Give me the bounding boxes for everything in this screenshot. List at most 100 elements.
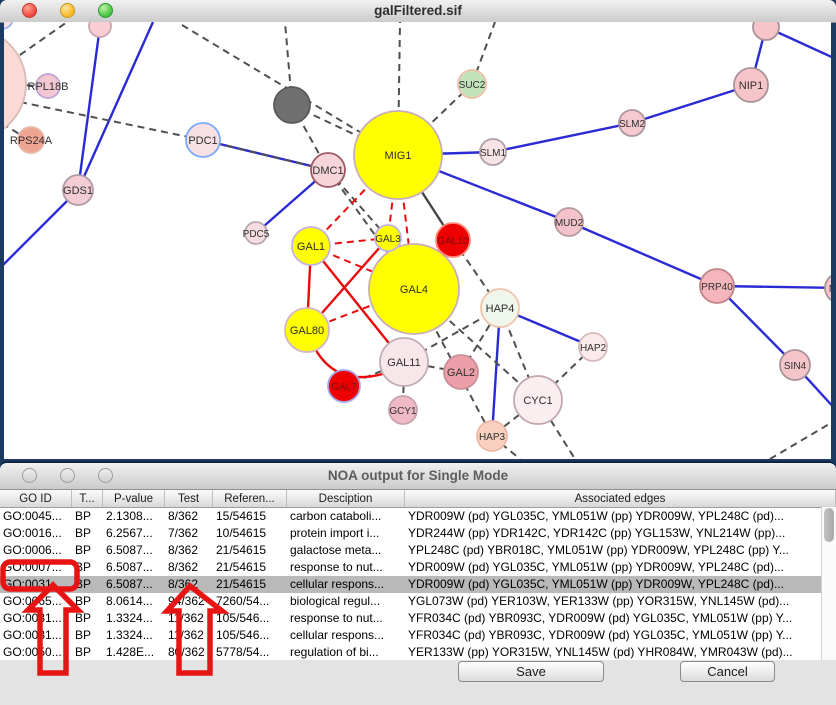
node-cut-top[interactable] [89,22,111,37]
cell: 2.1308... [103,508,165,525]
cell: response to nut... [287,559,405,576]
cell: 8.0614... [103,593,165,610]
cell: GO:0016... [0,525,72,542]
node-label-PRP40: PRP40 [701,282,733,293]
vertical-scrollbar[interactable] [821,507,836,660]
column-header-t-[interactable]: T... [72,490,103,507]
table-row-8[interactable]: GO:0050...BP1.428E...80/3625778/54...reg… [0,644,836,660]
cell: 8/362 [165,559,213,576]
noa-window-titlebar[interactable]: NOA output for Single Mode [0,463,836,490]
cell: galactose meta... [287,542,405,559]
table-row-1[interactable]: GO:0016...BP6.2567...7/36210/54615protei… [0,525,836,542]
cell: 5778/54... [213,644,287,660]
cell: GO:0031... [0,576,72,593]
cell: 21/54615 [213,576,287,593]
cell: YFR034C (pd) YBR093C, YDR009W (pd) YGL03… [405,610,836,627]
table-row-3[interactable]: GO:0007...BP6.5087...8/36221/54615respon… [0,559,836,576]
node-label-GDS1: GDS1 [63,185,93,197]
table-header-row: GO IDT...P-valueTestReferen...Desciption… [0,490,836,508]
node-label-GAL11: GAL11 [387,357,420,369]
cell: 10/54615 [213,525,287,542]
node-label-HAP2: HAP2 [580,343,607,354]
cell: 7260/54... [213,593,287,610]
cell: YFR034C (pd) YBR093C, YDR009W (pd) YGL03… [405,627,836,644]
save-button[interactable]: Save [458,661,604,682]
noa-window-title: NOA output for Single Mode [0,463,836,489]
network-window-titlebar[interactable]: galFiltered.sif [0,0,836,23]
node-label-GAL7: GAL7 [331,382,357,393]
cell: 105/546... [213,627,287,644]
cell: BP [72,559,103,576]
go-results-table: GO IDT...P-valueTestReferen...Desciption… [0,490,836,660]
scrollbar-thumb[interactable] [824,508,834,542]
cell: carbon cataboli... [287,508,405,525]
cell: GO:0007... [0,559,72,576]
table-row-7[interactable]: GO:0031...BP1.3324...11/362105/546...cel… [0,627,836,644]
network-canvas[interactable]: MIG1GAL11GAL4CYC1RPL18BRPS24AGDS1PDC1DMC… [0,22,836,459]
node-unnamed-gray[interactable] [274,87,310,123]
node-label-CYC1: CYC1 [523,395,552,407]
column-header-desciption[interactable]: Desciption [287,490,405,507]
cell: cellular respons... [287,627,405,644]
node-label-SUC2: SUC2 [459,80,486,91]
cell: 6.5087... [103,559,165,576]
cell: YDR009W (pd) YGL035C, YML051W (pp) YDR00… [405,576,836,593]
cell: 7/362 [165,525,213,542]
node-label-RPS24A: RPS24A [10,135,53,147]
cell: BP [72,542,103,559]
cell: 6.5087... [103,542,165,559]
table-row-4[interactable]: GO:0031...BP6.5087...8/36221/54615cellul… [0,576,836,593]
cell: cellular respons... [287,576,405,593]
column-header-associated-edges[interactable]: Associated edges [405,490,836,507]
table-row-0[interactable]: GO:0045...BP2.1308...8/36215/54615carbon… [0,508,836,525]
cell: GO:0050... [0,644,72,660]
table-row-2[interactable]: GO:0006...BP6.5087...8/36221/54615galact… [0,542,836,559]
cell: biological regul... [287,593,405,610]
cell: YPL248C (pd) YBR018C, YML051W (pp) YDR00… [405,542,836,559]
cell: 80/362 [165,644,213,660]
node-label-RPL18B: RPL18B [28,81,69,93]
node-label-SIN4: SIN4 [784,361,807,372]
column-header-test[interactable]: Test [165,490,213,507]
node-label-GCY1: GCY1 [389,406,417,417]
column-header-go-id[interactable]: GO ID [0,490,72,507]
cell: response to nut... [287,610,405,627]
node-cut-top-right[interactable] [753,22,779,40]
node-label-GAL3: GAL3 [375,234,401,245]
node-label-PDC5: PDC5 [243,229,270,240]
cell: BP [72,593,103,610]
node-label-GAL2: GAL2 [447,367,475,379]
cell: BP [72,627,103,644]
node-label-GAL4: GAL4 [400,284,428,296]
cell: YER133W (pp) YOR315W, YNL145W (pd) YHR08… [405,644,836,660]
table-body: GO:0045...BP2.1308...8/36215/54615carbon… [0,508,836,660]
cell: 6.5087... [103,576,165,593]
node-label-NIP1: NIP1 [739,80,763,92]
node-label-DMC1: DMC1 [312,165,343,177]
cell: 105/546... [213,610,287,627]
node-label-GAL10: GAL10 [437,236,469,247]
cell: GO:0031... [0,627,72,644]
cell: BP [72,644,103,660]
column-header-referen-[interactable]: Referen... [213,490,287,507]
node-label-GAL80: GAL80 [290,325,324,337]
cell: GO:0031... [0,610,72,627]
cell: BP [72,610,103,627]
cell: 1.3324... [103,627,165,644]
cell: 8/362 [165,576,213,593]
cell: 94/362 [165,593,213,610]
cell: regulation of bi... [287,644,405,660]
cancel-button[interactable]: Cancel [680,661,775,682]
cell: GO:0006... [0,542,72,559]
cell: BP [72,525,103,542]
cell: 11/362 [165,610,213,627]
cell: GO:0065... [0,593,72,610]
table-row-6[interactable]: GO:0031...BP1.3324...11/362105/546...res… [0,610,836,627]
column-header-p-value[interactable]: P-value [103,490,165,507]
cell: YDR244W (pp) YDR142C, YDR142C (pp) YGL15… [405,525,836,542]
node-label-SLM2: SLM2 [619,119,646,130]
cell: 1.3324... [103,610,165,627]
table-row-5[interactable]: GO:0065...BP8.0614...94/3627260/54...bio… [0,593,836,610]
noa-output-window: NOA output for Single Mode GO IDT...P-va… [0,462,836,705]
cell: YDR009W (pd) YGL035C, YML051W (pp) YDR00… [405,559,836,576]
